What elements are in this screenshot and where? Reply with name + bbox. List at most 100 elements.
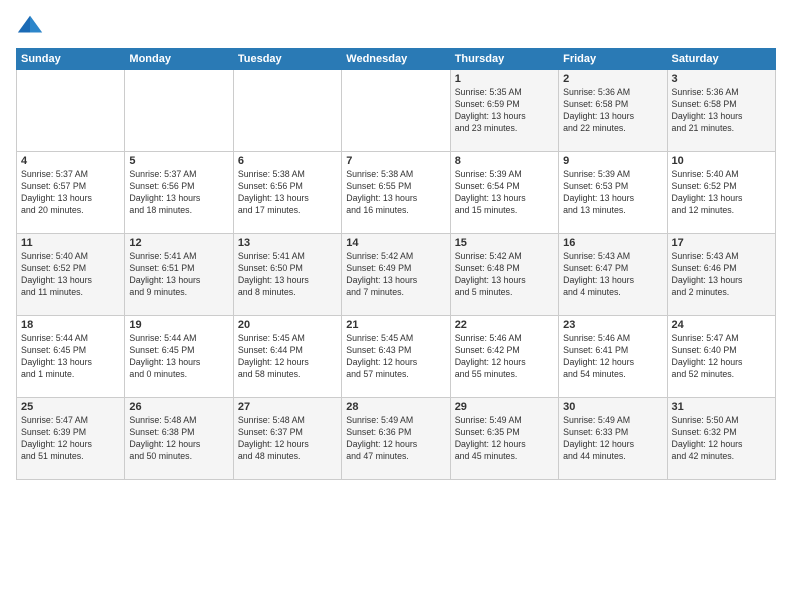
- day-info: Sunrise: 5:43 AM Sunset: 6:47 PM Dayligh…: [563, 251, 662, 299]
- day-number: 27: [238, 401, 337, 413]
- day-info: Sunrise: 5:48 AM Sunset: 6:38 PM Dayligh…: [129, 415, 228, 463]
- day-info: Sunrise: 5:36 AM Sunset: 6:58 PM Dayligh…: [672, 87, 771, 135]
- calendar-cell: 10 Sunrise: 5:40 AM Sunset: 6:52 PM Dayli…: [667, 152, 775, 234]
- day-number: 29: [455, 401, 554, 413]
- week-row-1: 1 Sunrise: 5:35 AM Sunset: 6:59 PM Daylig…: [17, 70, 776, 152]
- day-info: Sunrise: 5:42 AM Sunset: 6:48 PM Dayligh…: [455, 251, 554, 299]
- day-number: 12: [129, 237, 228, 249]
- calendar-cell: 13 Sunrise: 5:41 AM Sunset: 6:50 PM Dayli…: [233, 234, 341, 316]
- calendar-cell: 6Sunrise: 5:38 AM Sunset: 6:56 PM Daylig…: [233, 152, 341, 234]
- day-info: Sunrise: 5:35 AM Sunset: 6:59 PM Dayligh…: [455, 87, 554, 135]
- calendar-cell: 5 Sunrise: 5:37 AM Sunset: 6:56 PM Daylig…: [125, 152, 233, 234]
- calendar-cell: 26 Sunrise: 5:48 AM Sunset: 6:38 PM Dayli…: [125, 398, 233, 480]
- day-number: 16: [563, 237, 662, 249]
- day-info: Sunrise: 5:39 AM Sunset: 6:53 PM Dayligh…: [563, 169, 662, 217]
- day-info: Sunrise: 5:50 AM Sunset: 6:32 PM Dayligh…: [672, 415, 771, 463]
- day-number: 10: [672, 155, 771, 167]
- calendar-cell: 9 Sunrise: 5:39 AM Sunset: 6:53 PM Daylig…: [559, 152, 667, 234]
- day-info: Sunrise: 5:47 AM Sunset: 6:39 PM Dayligh…: [21, 415, 120, 463]
- logo: [16, 12, 48, 40]
- weekday-header-friday: Friday: [559, 49, 667, 70]
- day-number: 1: [455, 73, 554, 85]
- calendar-cell: 4 Sunrise: 5:37 AM Sunset: 6:57 PM Daylig…: [17, 152, 125, 234]
- day-info: Sunrise: 5:46 AM Sunset: 6:41 PM Dayligh…: [563, 333, 662, 381]
- day-number: 17: [672, 237, 771, 249]
- weekday-header-sunday: Sunday: [17, 49, 125, 70]
- calendar-cell: 31 Sunrise: 5:50 AM Sunset: 6:32 PM Dayli…: [667, 398, 775, 480]
- day-number: 9: [563, 155, 662, 167]
- calendar-cell: [125, 70, 233, 152]
- day-number: 8: [455, 155, 554, 167]
- day-info: Sunrise: 5:46 AM Sunset: 6:42 PM Dayligh…: [455, 333, 554, 381]
- day-number: 5: [129, 155, 228, 167]
- calendar-cell: 11Sunrise: 5:40 AM Sunset: 6:52 PM Dayli…: [17, 234, 125, 316]
- week-row-3: 11Sunrise: 5:40 AM Sunset: 6:52 PM Dayli…: [17, 234, 776, 316]
- week-row-4: 18 Sunrise: 5:44 AM Sunset: 6:45 PM Dayli…: [17, 316, 776, 398]
- calendar-cell: [233, 70, 341, 152]
- day-number: 30: [563, 401, 662, 413]
- day-info: Sunrise: 5:44 AM Sunset: 6:45 PM Dayligh…: [21, 333, 120, 381]
- header: [16, 12, 776, 40]
- day-info: Sunrise: 5:41 AM Sunset: 6:51 PM Dayligh…: [129, 251, 228, 299]
- day-number: 26: [129, 401, 228, 413]
- calendar-cell: 2Sunrise: 5:36 AM Sunset: 6:58 PM Daylig…: [559, 70, 667, 152]
- day-number: 19: [129, 319, 228, 331]
- week-row-2: 4 Sunrise: 5:37 AM Sunset: 6:57 PM Daylig…: [17, 152, 776, 234]
- day-number: 4: [21, 155, 120, 167]
- day-number: 11: [21, 237, 120, 249]
- calendar-cell: 22Sunrise: 5:46 AM Sunset: 6:42 PM Dayli…: [450, 316, 558, 398]
- calendar-cell: 19 Sunrise: 5:44 AM Sunset: 6:45 PM Dayli…: [125, 316, 233, 398]
- day-number: 15: [455, 237, 554, 249]
- day-info: Sunrise: 5:49 AM Sunset: 6:35 PM Dayligh…: [455, 415, 554, 463]
- week-row-5: 25Sunrise: 5:47 AM Sunset: 6:39 PM Dayli…: [17, 398, 776, 480]
- day-info: Sunrise: 5:49 AM Sunset: 6:33 PM Dayligh…: [563, 415, 662, 463]
- day-info: Sunrise: 5:39 AM Sunset: 6:54 PM Dayligh…: [455, 169, 554, 217]
- day-number: 28: [346, 401, 445, 413]
- calendar-cell: 1 Sunrise: 5:35 AM Sunset: 6:59 PM Daylig…: [450, 70, 558, 152]
- day-number: 31: [672, 401, 771, 413]
- calendar-cell: 29 Sunrise: 5:49 AM Sunset: 6:35 PM Dayli…: [450, 398, 558, 480]
- calendar-cell: 28 Sunrise: 5:49 AM Sunset: 6:36 PM Dayli…: [342, 398, 450, 480]
- day-info: Sunrise: 5:38 AM Sunset: 6:55 PM Dayligh…: [346, 169, 445, 217]
- day-number: 6: [238, 155, 337, 167]
- calendar-cell: [342, 70, 450, 152]
- day-info: Sunrise: 5:44 AM Sunset: 6:45 PM Dayligh…: [129, 333, 228, 381]
- day-info: Sunrise: 5:43 AM Sunset: 6:46 PM Dayligh…: [672, 251, 771, 299]
- calendar-cell: 18 Sunrise: 5:44 AM Sunset: 6:45 PM Dayli…: [17, 316, 125, 398]
- weekday-header-saturday: Saturday: [667, 49, 775, 70]
- page: SundayMondayTuesdayWednesdayThursdayFrid…: [0, 0, 792, 612]
- calendar-cell: 20 Sunrise: 5:45 AM Sunset: 6:44 PM Dayli…: [233, 316, 341, 398]
- day-info: Sunrise: 5:40 AM Sunset: 6:52 PM Dayligh…: [672, 169, 771, 217]
- calendar-cell: 17 Sunrise: 5:43 AM Sunset: 6:46 PM Dayli…: [667, 234, 775, 316]
- weekday-header-wednesday: Wednesday: [342, 49, 450, 70]
- day-info: Sunrise: 5:48 AM Sunset: 6:37 PM Dayligh…: [238, 415, 337, 463]
- calendar-cell: 15 Sunrise: 5:42 AM Sunset: 6:48 PM Dayli…: [450, 234, 558, 316]
- day-number: 7: [346, 155, 445, 167]
- day-number: 14: [346, 237, 445, 249]
- day-info: Sunrise: 5:49 AM Sunset: 6:36 PM Dayligh…: [346, 415, 445, 463]
- calendar-cell: [17, 70, 125, 152]
- calendar-cell: 27 Sunrise: 5:48 AM Sunset: 6:37 PM Dayli…: [233, 398, 341, 480]
- day-info: Sunrise: 5:47 AM Sunset: 6:40 PM Dayligh…: [672, 333, 771, 381]
- day-info: Sunrise: 5:41 AM Sunset: 6:50 PM Dayligh…: [238, 251, 337, 299]
- day-number: 20: [238, 319, 337, 331]
- day-number: 23: [563, 319, 662, 331]
- calendar-cell: 23 Sunrise: 5:46 AM Sunset: 6:41 PM Dayli…: [559, 316, 667, 398]
- logo-icon: [16, 12, 44, 40]
- day-number: 13: [238, 237, 337, 249]
- calendar-cell: 14Sunrise: 5:42 AM Sunset: 6:49 PM Dayli…: [342, 234, 450, 316]
- day-info: Sunrise: 5:36 AM Sunset: 6:58 PM Dayligh…: [563, 87, 662, 135]
- calendar-table: SundayMondayTuesdayWednesdayThursdayFrid…: [16, 48, 776, 480]
- calendar-cell: 7 Sunrise: 5:38 AM Sunset: 6:55 PM Daylig…: [342, 152, 450, 234]
- day-info: Sunrise: 5:37 AM Sunset: 6:57 PM Dayligh…: [21, 169, 120, 217]
- day-number: 24: [672, 319, 771, 331]
- day-info: Sunrise: 5:45 AM Sunset: 6:43 PM Dayligh…: [346, 333, 445, 381]
- day-number: 18: [21, 319, 120, 331]
- day-info: Sunrise: 5:45 AM Sunset: 6:44 PM Dayligh…: [238, 333, 337, 381]
- calendar-cell: 30 Sunrise: 5:49 AM Sunset: 6:33 PM Dayli…: [559, 398, 667, 480]
- day-number: 3: [672, 73, 771, 85]
- day-number: 21: [346, 319, 445, 331]
- weekday-header-tuesday: Tuesday: [233, 49, 341, 70]
- day-info: Sunrise: 5:37 AM Sunset: 6:56 PM Dayligh…: [129, 169, 228, 217]
- calendar-cell: 8 Sunrise: 5:39 AM Sunset: 6:54 PM Daylig…: [450, 152, 558, 234]
